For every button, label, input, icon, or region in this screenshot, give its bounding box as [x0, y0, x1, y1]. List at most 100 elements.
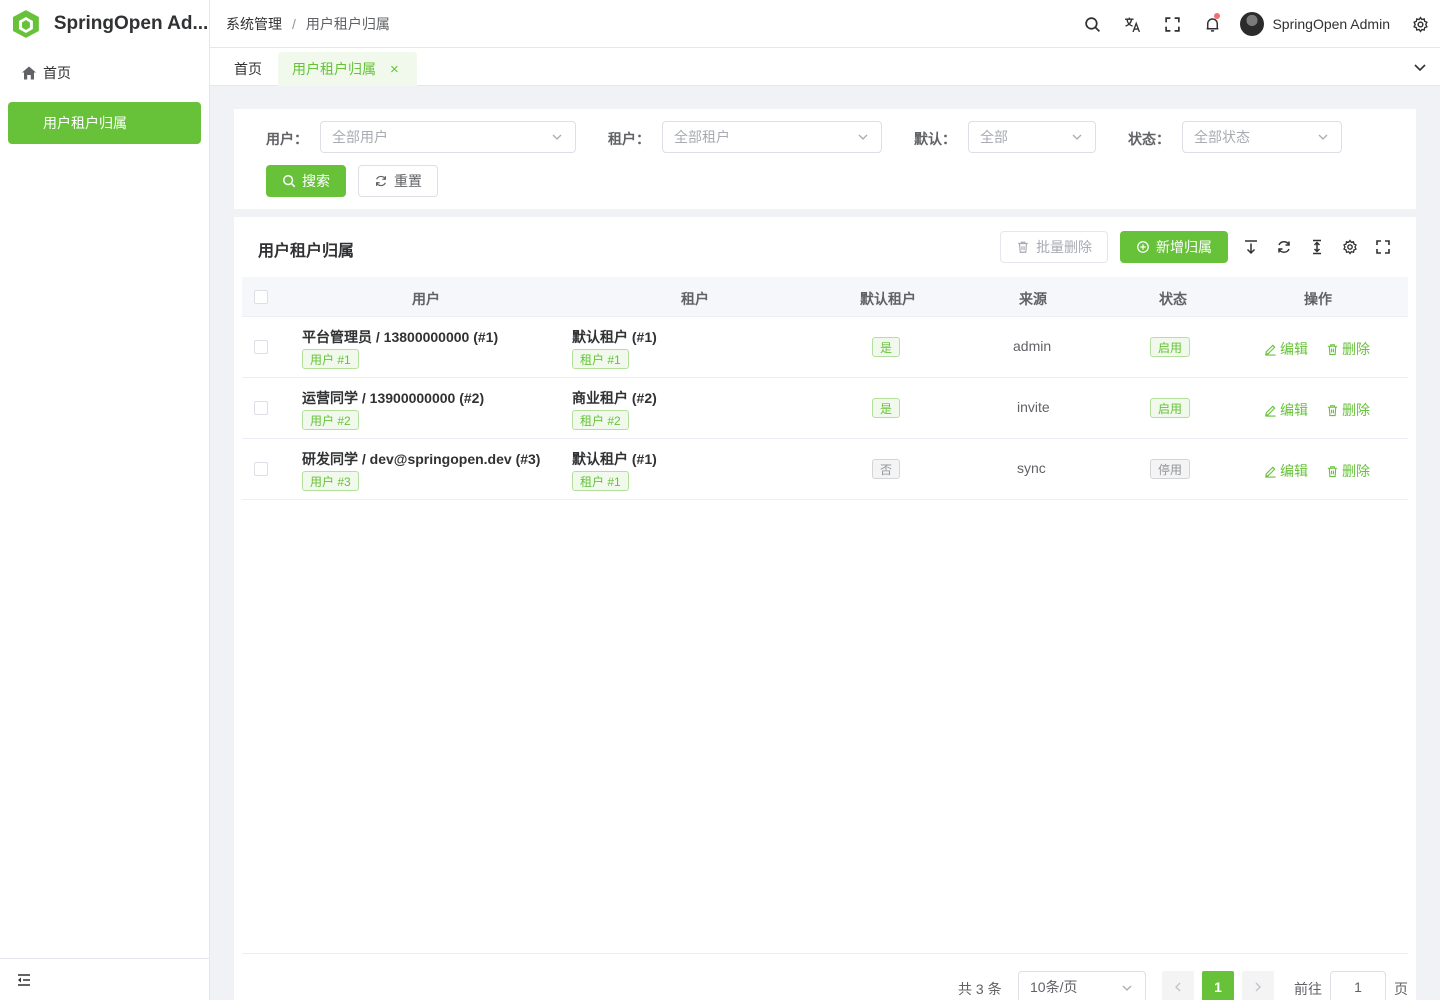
filter-label-default: 默认： — [914, 131, 956, 147]
search-button[interactable] — [1072, 0, 1112, 48]
table-row: 研发同学 / dev@springopen.dev (#3) 用户 #3 默认租… — [242, 439, 1408, 500]
default-tag: 是 — [872, 337, 901, 357]
add-button-label: 新增归属 — [1156, 239, 1212, 255]
edit-label: 编辑 — [1280, 463, 1308, 479]
avatar — [1240, 12, 1265, 36]
breadcrumb-current: 用户租户归属 — [305, 15, 390, 32]
table-fullscreen-button[interactable] — [1366, 231, 1399, 263]
chevron-left-icon — [1175, 982, 1181, 992]
reset-button[interactable]: 重置 — [358, 165, 438, 197]
edit-label: 编辑 — [1280, 402, 1308, 418]
user-id-tag: 用户 #2 — [302, 410, 359, 430]
sidebar-item-label: 用户租户归属 — [43, 115, 127, 131]
tab-label: 用户租户归属 — [292, 61, 376, 77]
trash-icon — [1327, 343, 1338, 355]
user-select[interactable]: 全部用户 — [320, 121, 576, 153]
settings-icon — [1342, 239, 1357, 255]
sidebar-item-home[interactable]: 首页 — [8, 52, 201, 94]
divider — [242, 953, 1408, 954]
column-header-source: 来源 — [1019, 291, 1047, 307]
translate-button[interactable] — [1112, 0, 1152, 48]
column-header-status: 状态 — [1159, 291, 1187, 307]
batch-delete-label: 批量删除 — [1036, 239, 1092, 255]
edit-button[interactable]: 编辑 — [1264, 339, 1308, 359]
chevron-right-icon — [1255, 982, 1261, 992]
prev-page-button[interactable] — [1162, 971, 1194, 1000]
table-header: 用户 租户 默认租户 来源 状态 操作 — [242, 277, 1408, 317]
edit-button[interactable]: 编辑 — [1264, 400, 1308, 420]
notification-button[interactable] — [1192, 0, 1232, 48]
delete-button[interactable]: 删除 — [1326, 339, 1370, 359]
refresh-icon — [1277, 241, 1290, 253]
default-select-placeholder: 全部 — [980, 129, 1008, 145]
tenant-id-tag: 租户 #2 — [572, 410, 629, 430]
sidebar-item-user-tenant[interactable]: 用户租户归属 — [8, 102, 201, 144]
status-select[interactable]: 全部状态 — [1182, 121, 1342, 153]
row-height-icon — [1312, 239, 1321, 255]
column-header-tenant: 租户 — [681, 291, 709, 307]
refresh-icon — [376, 175, 386, 187]
edit-label: 编辑 — [1280, 341, 1308, 357]
refresh-button[interactable] — [1267, 231, 1300, 263]
trash-icon — [1327, 465, 1338, 477]
row-checkbox[interactable] — [254, 401, 268, 415]
search-button[interactable]: 搜索 — [266, 165, 346, 197]
density-button[interactable] — [1300, 231, 1333, 263]
close-icon[interactable]: × — [390, 61, 399, 78]
tenant-name-cell: 默认租户 (#1) — [572, 329, 657, 345]
tenant-name-cell: 默认租户 (#1) — [572, 451, 657, 467]
next-page-button[interactable] — [1242, 971, 1274, 1000]
delete-button[interactable]: 删除 — [1326, 461, 1370, 481]
tab-user-tenant[interactable]: 用户租户归属 × — [278, 52, 417, 86]
page-number-button[interactable]: 1 — [1202, 971, 1234, 1000]
logo[interactable]: SpringOpen Ad... — [0, 0, 209, 48]
breadcrumb-separator: / — [292, 15, 296, 32]
search-icon — [283, 175, 296, 188]
edit-icon — [1265, 405, 1276, 417]
chevron-down-icon[interactable] — [1412, 59, 1428, 75]
select-all-checkbox[interactable] — [254, 290, 268, 304]
export-button[interactable] — [1234, 231, 1267, 263]
search-icon — [1085, 16, 1100, 32]
goto-page-input[interactable]: 1 — [1330, 971, 1386, 1000]
user-name-cell: 运营同学 / 13900000000 (#2) — [302, 390, 485, 406]
row-checkbox[interactable] — [254, 462, 268, 476]
breadcrumb-item[interactable]: 系统管理 — [226, 14, 282, 34]
source-cell: sync — [1017, 460, 1046, 476]
batch-delete-button[interactable]: 批量删除 — [1000, 231, 1108, 263]
edit-button[interactable]: 编辑 — [1264, 461, 1308, 481]
column-settings-button[interactable] — [1333, 231, 1366, 263]
table-panel: 用户租户归属 批量删除 新增归属 用户 租户 默认租户 来源 状态 操作 平台管… — [234, 217, 1416, 1000]
chevron-down-icon — [1122, 985, 1132, 991]
default-tag: 否 — [872, 459, 901, 479]
tenant-select-placeholder: 全部租户 — [674, 129, 730, 145]
page-size-select[interactable]: 10条/页 — [1018, 971, 1146, 1000]
tab-label: 首页 — [234, 61, 262, 77]
fullscreen-icon — [1375, 240, 1390, 254]
edit-icon — [1265, 466, 1276, 478]
chevron-down-icon — [1318, 134, 1328, 140]
table-row: 平台管理员 / 13800000000 (#1) 用户 #1 默认租户 (#1)… — [242, 317, 1408, 378]
delete-button[interactable]: 删除 — [1326, 400, 1370, 420]
row-checkbox[interactable] — [254, 340, 268, 354]
tenant-name-cell: 商业租户 (#2) — [572, 390, 657, 406]
add-button[interactable]: 新增归属 — [1120, 231, 1228, 263]
source-cell: admin — [1013, 338, 1052, 354]
tenant-select[interactable]: 全部租户 — [662, 121, 882, 153]
header-actions: SpringOpen Admin — [1072, 0, 1440, 48]
default-select[interactable]: 全部 — [968, 121, 1096, 153]
fullscreen-button[interactable] — [1152, 0, 1192, 48]
tab-home[interactable]: 首页 — [220, 52, 276, 86]
collapse-sidebar-button[interactable] — [0, 958, 209, 1000]
settings-button[interactable] — [1400, 0, 1440, 48]
sidebar: SpringOpen Ad... 首页 用户租户归属 — [0, 0, 210, 1000]
column-header-actions: 操作 — [1304, 291, 1332, 307]
user-name-cell: 研发同学 / dev@springopen.dev (#3) — [302, 451, 541, 467]
user-menu[interactable]: SpringOpen Admin — [1240, 12, 1390, 36]
page-suffix-label: 页 — [1394, 981, 1408, 997]
fullscreen-icon — [1165, 16, 1180, 32]
filter-label-status: 状态： — [1128, 131, 1170, 147]
table-title: 用户租户归属 — [258, 243, 355, 260]
app-title: SpringOpen Ad... — [53, 13, 209, 34]
settings-icon — [1412, 15, 1428, 33]
